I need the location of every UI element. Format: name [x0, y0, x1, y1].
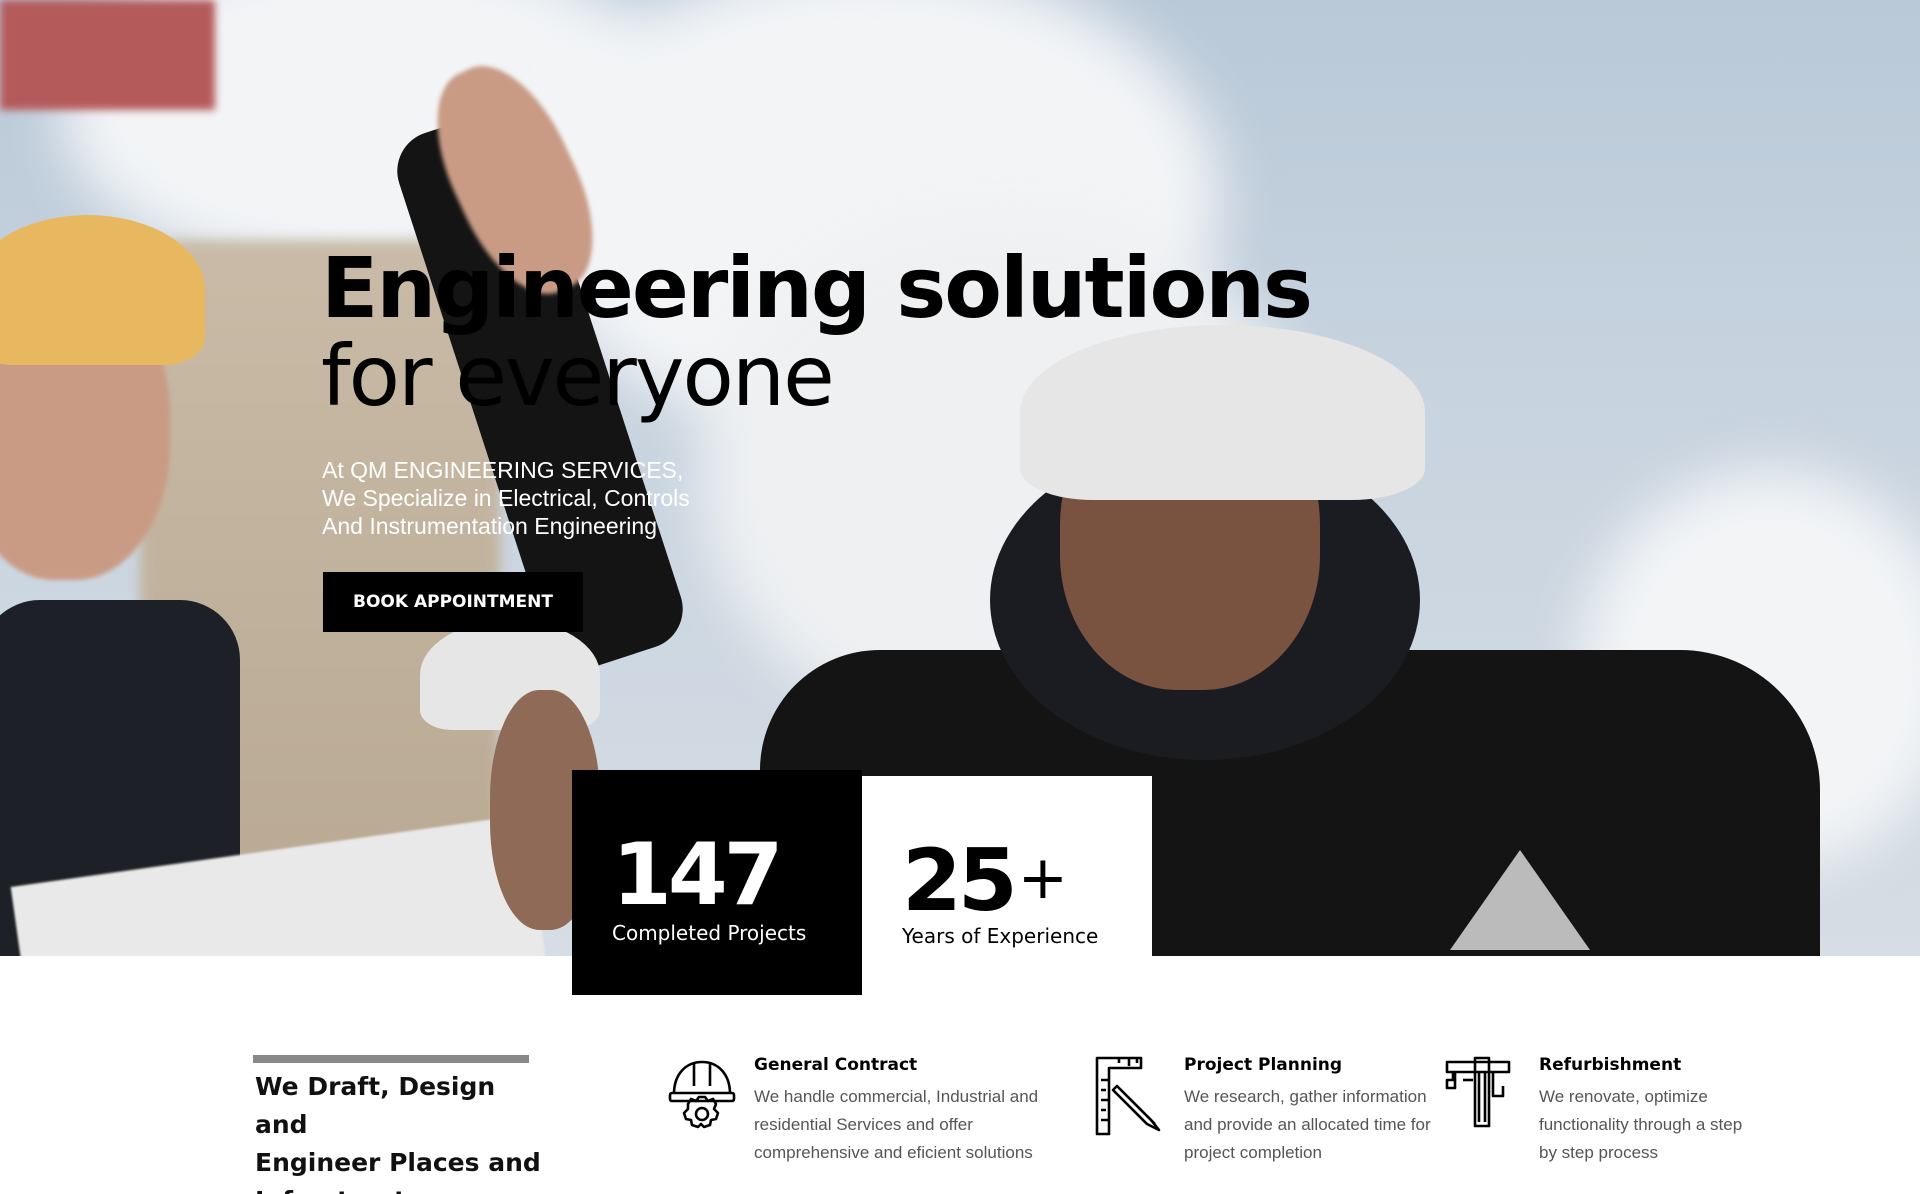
service-description-line: We research, gather information — [1184, 1087, 1427, 1106]
service-description: We handle commercial, Industrial and res… — [754, 1083, 1039, 1167]
intro-heading: We Draft, Design and Engineer Places and… — [255, 1068, 555, 1194]
service-description-line: functionality through a step — [1539, 1115, 1743, 1134]
stat-label: Completed Projects — [612, 921, 807, 945]
intro-heading-line: Infrastructures — [255, 1182, 555, 1194]
service-description-line: We renovate, optimize — [1539, 1087, 1708, 1106]
service-description-line: comprehensive and eficient solutions — [754, 1143, 1033, 1162]
caliper-icon — [1445, 1056, 1513, 1132]
hero-title: Engineering solutions for everyone — [321, 246, 1421, 418]
service-description: We renovate, optimize functionality thro… — [1539, 1083, 1814, 1167]
stat-number-suffix: + — [1017, 843, 1068, 913]
stat-number-value: 147 — [612, 825, 784, 925]
service-description-line: and provide an allocated time for — [1184, 1115, 1431, 1134]
service-description: We research, gather information and prov… — [1184, 1083, 1459, 1167]
hero-subtitle: At QM ENGINEERING SERVICES, We Specializ… — [322, 456, 742, 540]
hero-title-line-2: for everyone — [321, 327, 835, 425]
ruler-pencil-icon — [1095, 1056, 1163, 1136]
service-refurbishment: Refurbishment We renovate, optimize func… — [1445, 1050, 1775, 1194]
service-description-line: We handle commercial, Industrial and — [754, 1087, 1039, 1106]
hero-title-line-1: Engineering solutions — [321, 239, 1313, 337]
stat-number: 147 — [612, 832, 784, 918]
stat-card-years-experience: 25+ Years of Experience — [862, 776, 1152, 956]
helmet-gear-icon — [668, 1056, 736, 1132]
stat-label: Years of Experience — [902, 924, 1099, 948]
hero-subtitle-line: At QM ENGINEERING SERVICES, — [322, 457, 684, 483]
stat-card-completed-projects: 147 Completed Projects — [572, 770, 862, 995]
stat-number: 25+ — [902, 838, 1068, 924]
service-title: Refurbishment — [1539, 1055, 1682, 1075]
intro-divider — [253, 1055, 529, 1063]
hero-subtitle-line: And Instrumentation Engineering — [322, 513, 657, 539]
service-description-line: residential Services and offer — [754, 1115, 973, 1134]
service-general-contract: General Contract We handle commercial, I… — [668, 1050, 1048, 1194]
intro-heading-line: Engineer Places and — [255, 1148, 541, 1177]
service-description-line: by step process — [1539, 1143, 1659, 1162]
service-project-planning: Project Planning We research, gather inf… — [1095, 1050, 1465, 1194]
hero-subtitle-line: We Specialize in Electrical, Controls — [322, 485, 690, 511]
book-appointment-button[interactable]: BOOK APPOINTMENT — [323, 572, 583, 632]
service-title: Project Planning — [1184, 1055, 1343, 1075]
service-title: General Contract — [754, 1055, 918, 1075]
intro-heading-line: We Draft, Design and — [255, 1072, 496, 1139]
stat-number-value: 25 — [902, 831, 1018, 931]
service-description-line: project completion — [1184, 1143, 1322, 1162]
